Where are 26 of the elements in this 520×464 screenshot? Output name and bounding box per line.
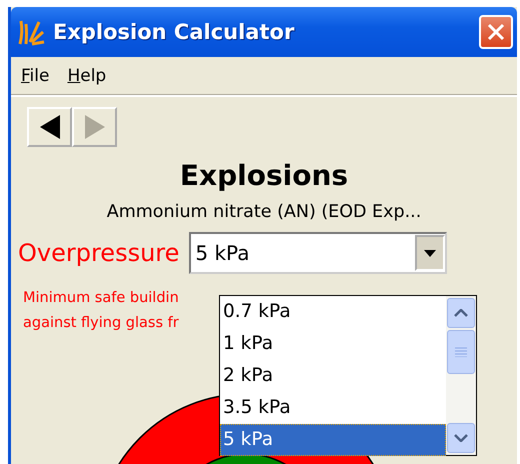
subtitle: Ammonium nitrate (AN) (EOD Exp... xyxy=(106,202,422,222)
dropdown-option[interactable]: 5 kPa xyxy=(220,424,446,456)
dropdown-option[interactable]: 1 kPa xyxy=(220,328,446,360)
menu-item[interactable]: File xyxy=(21,66,50,86)
overpressure-dropdown[interactable]: 5 kPa xyxy=(189,232,448,274)
overpressure-label: Overpressure xyxy=(18,239,180,267)
right-arrow-icon xyxy=(82,114,106,140)
dropdown-option[interactable]: 0.7 kPa xyxy=(220,296,446,328)
dropdown-option[interactable]: 3.5 kPa xyxy=(220,392,446,424)
menu-item[interactable]: Help xyxy=(67,66,106,86)
grip-icon xyxy=(455,347,467,357)
up-chevron-icon xyxy=(454,309,468,317)
burst-icon xyxy=(17,18,45,46)
scrollbar[interactable] xyxy=(446,296,476,455)
down-chevron-icon xyxy=(454,434,468,442)
caret-icon xyxy=(424,250,436,256)
dropdown-button[interactable] xyxy=(415,235,446,271)
close-icon xyxy=(487,23,505,41)
window-title: Explosion Calculator xyxy=(53,20,296,44)
note-text: against flying glass fr xyxy=(23,314,179,333)
close-button[interactable] xyxy=(479,15,513,49)
back-button[interactable] xyxy=(27,107,72,147)
dropdown-option[interactable]: 2 kPa xyxy=(220,360,446,392)
left-arrow-icon xyxy=(38,114,62,140)
note-text: Minimum safe buildin xyxy=(23,289,179,308)
heading: Explosions xyxy=(178,159,350,192)
